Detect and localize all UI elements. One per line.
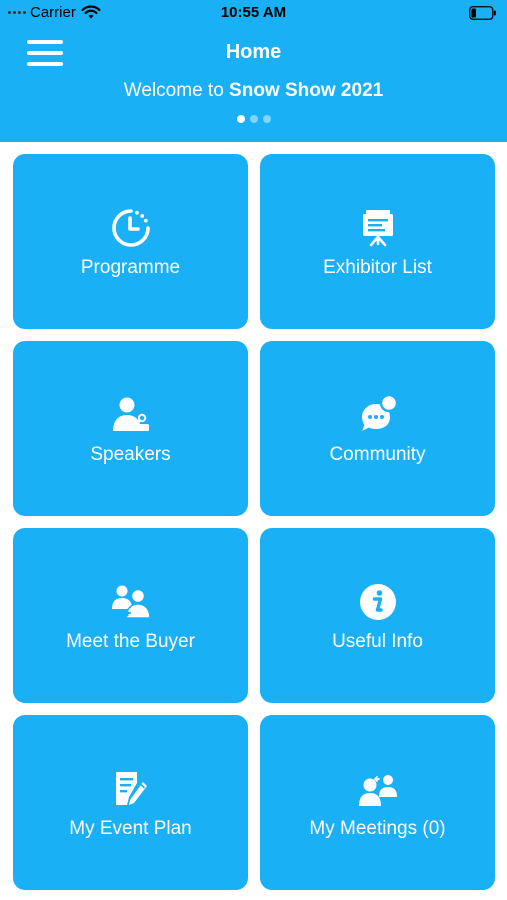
tile-label: My Event Plan <box>69 817 192 839</box>
tile-meet-the-buyer[interactable]: Meet the Buyer <box>13 528 248 703</box>
clock-icon <box>108 205 154 251</box>
tile-community[interactable]: Community <box>260 341 495 516</box>
page-indicator[interactable] <box>0 115 507 123</box>
edit-document-icon <box>108 766 154 812</box>
tile-label: Meet the Buyer <box>66 630 195 652</box>
tile-label: Exhibitor List <box>323 256 432 278</box>
speaker-icon <box>108 392 154 438</box>
battery-icon <box>469 6 496 20</box>
chat-bubble-icon <box>355 392 401 438</box>
event-name: Snow Show 2021 <box>229 80 384 101</box>
app-header: Home Welcome to Snow Show 2021 <box>0 26 507 142</box>
presentation-board-icon <box>355 205 401 251</box>
tile-label: Useful Info <box>332 630 423 652</box>
tile-exhibitor-list[interactable]: Exhibitor List <box>260 154 495 329</box>
page-dot-3[interactable] <box>262 115 271 123</box>
welcome-prefix: Welcome to <box>123 80 230 101</box>
tile-speakers[interactable]: Speakers <box>13 341 248 516</box>
tile-label: Programme <box>80 256 181 278</box>
page-dot-2[interactable] <box>249 115 258 123</box>
tile-useful-info[interactable]: Useful Info <box>260 528 495 703</box>
tile-label: My Meetings (0) <box>309 817 446 839</box>
welcome-banner: Welcome to Snow Show 2021 <box>0 80 507 102</box>
status-time: 10:55 AM <box>220 4 287 21</box>
tile-my-event-plan[interactable]: My Event Plan <box>13 715 248 890</box>
meeting-users-icon <box>355 766 401 812</box>
buyers-icon <box>108 579 154 625</box>
tile-my-meetings[interactable]: My Meetings (0) <box>260 715 495 890</box>
info-icon <box>355 579 401 625</box>
tile-label: Community <box>329 443 426 465</box>
page-dot-1[interactable] <box>236 115 245 123</box>
page-title: Home <box>225 41 282 63</box>
tile-label: Speakers <box>90 443 171 465</box>
status-bar: Carrier 10:55 AM <box>0 0 507 26</box>
menu-grid: Programme Exhibitor List Speakers Commun… <box>13 154 495 890</box>
tile-programme[interactable]: Programme <box>13 154 248 329</box>
